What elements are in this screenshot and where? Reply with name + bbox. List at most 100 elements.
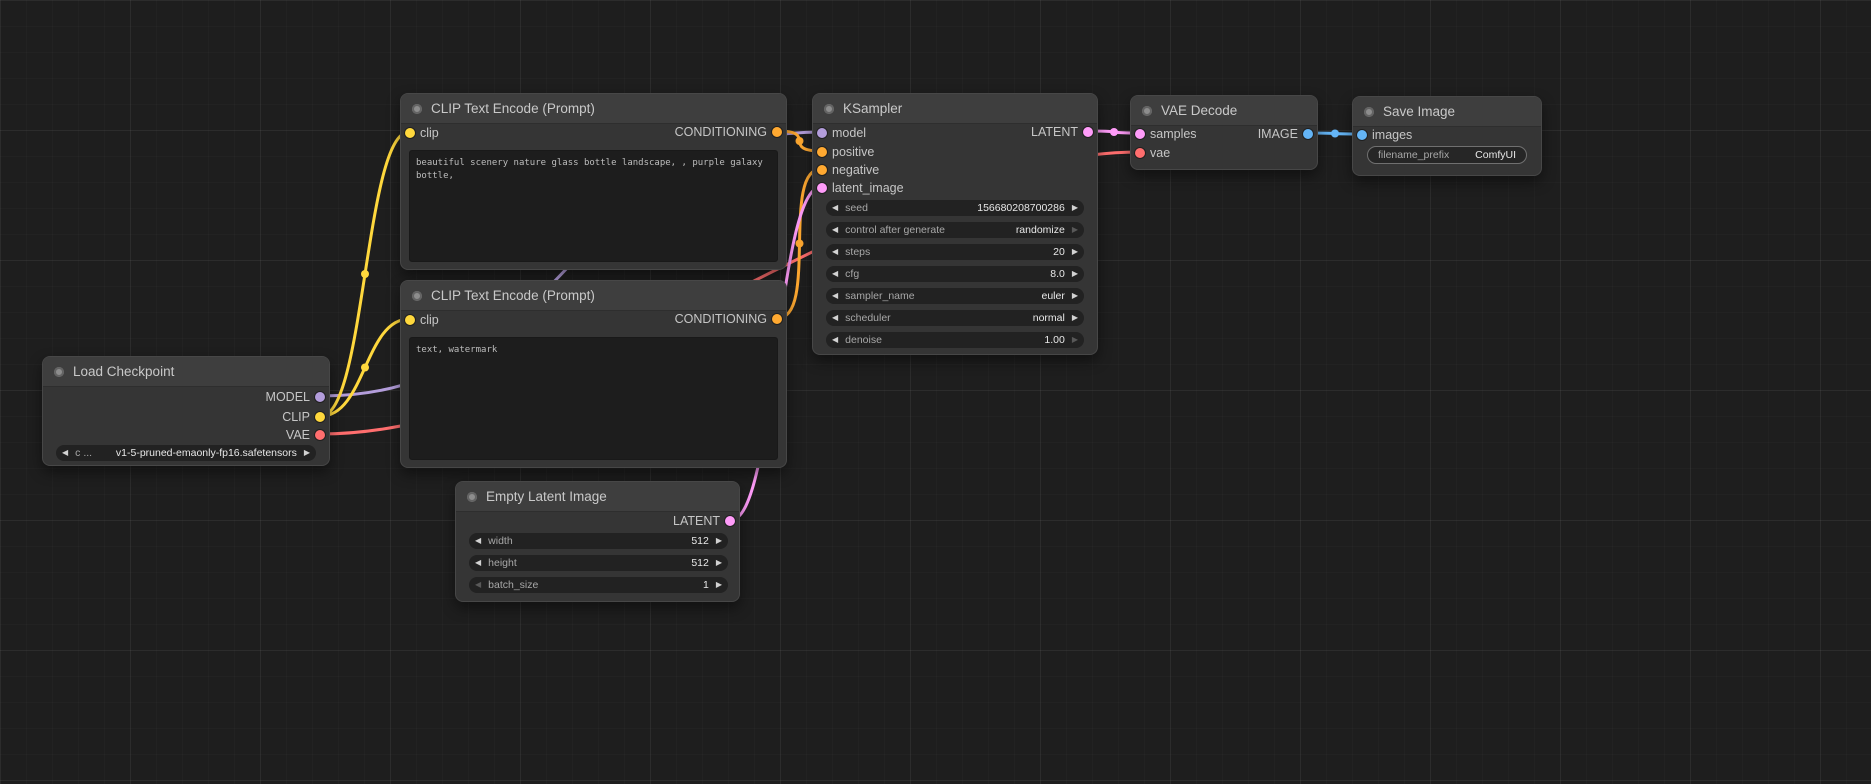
image-output-port[interactable]	[1303, 129, 1313, 139]
control-after-generate-widget[interactable]: ◀ control after generate randomize ▶	[826, 222, 1084, 238]
negative-prompt-textarea[interactable]: text, watermark	[409, 337, 778, 460]
node-title: CLIP Text Encode (Prompt)	[431, 288, 595, 303]
prev-arrow-icon[interactable]: ◀	[832, 222, 838, 238]
positive-input-port[interactable]	[817, 147, 827, 157]
link-midpoint-dot-clip-to-negative-encode[interactable]	[361, 363, 369, 372]
input-slot-images: images	[1353, 127, 1412, 143]
node-header-ksampler[interactable]: KSampler	[813, 94, 1097, 124]
prev-arrow-icon[interactable]: ◀	[832, 288, 838, 304]
node-header-save-image[interactable]: Save Image	[1353, 97, 1541, 127]
next-arrow-icon[interactable]: ▶	[1072, 288, 1078, 304]
link-midpoint-dot-positive-conditioning[interactable]	[795, 137, 804, 145]
clip-input-port[interactable]	[405, 128, 415, 138]
node-ksampler[interactable]: KSampler model positive negative latent_…	[812, 93, 1098, 355]
latent-output-port[interactable]	[1083, 127, 1093, 137]
widget-label: denoise	[845, 334, 882, 346]
decrement-arrow-icon[interactable]: ◀	[475, 577, 481, 593]
node-load-checkpoint[interactable]: Load Checkpoint MODEL CLIP VAE ◀ c ... v…	[42, 356, 330, 466]
link-midpoint-dot-latent-to-decoder[interactable]	[1110, 128, 1118, 136]
increment-arrow-icon[interactable]: ▶	[1072, 244, 1078, 260]
latent-output-port[interactable]	[725, 516, 735, 526]
model-output-port[interactable]	[315, 392, 325, 402]
increment-arrow-icon[interactable]: ▶	[716, 555, 722, 571]
decrement-arrow-icon[interactable]: ◀	[475, 533, 481, 549]
node-header-clip-negative[interactable]: CLIP Text Encode (Prompt)	[401, 281, 786, 311]
conditioning-output-port[interactable]	[772, 314, 782, 324]
next-arrow-icon[interactable]: ▶	[304, 445, 310, 461]
node-clip-text-encode-positive[interactable]: CLIP Text Encode (Prompt) clip CONDITION…	[400, 93, 787, 270]
sampler-name-widget[interactable]: ◀ sampler_name euler ▶	[826, 288, 1084, 304]
samples-input-port[interactable]	[1135, 129, 1145, 139]
input-slot-samples: samples	[1131, 126, 1197, 142]
link-midpoint-dot-negative-conditioning[interactable]	[795, 239, 804, 248]
conditioning-output-port[interactable]	[772, 127, 782, 137]
slot-label: IMAGE	[1257, 127, 1298, 141]
link-midpoint-dot-image-to-save[interactable]	[1331, 129, 1339, 138]
node-clip-text-encode-negative[interactable]: CLIP Text Encode (Prompt) clip CONDITION…	[400, 280, 787, 468]
slot-label: MODEL	[265, 390, 310, 404]
output-slot-latent: LATENT	[1031, 124, 1097, 140]
node-header-vae-decode[interactable]: VAE Decode	[1131, 96, 1317, 126]
next-arrow-icon[interactable]: ▶	[1072, 222, 1078, 238]
decrement-arrow-icon[interactable]: ◀	[832, 244, 838, 260]
node-header-load-checkpoint[interactable]: Load Checkpoint	[43, 357, 329, 387]
collapse-dot[interactable]	[54, 366, 64, 377]
cfg-widget[interactable]: ◀ cfg 8.0 ▶	[826, 266, 1084, 282]
node-vae-decode[interactable]: VAE Decode samples vae IMAGE	[1130, 95, 1318, 170]
node-title: Save Image	[1383, 104, 1456, 119]
slot-label: samples	[1150, 127, 1197, 141]
clip-input-port[interactable]	[405, 315, 415, 325]
clip-output-port[interactable]	[315, 412, 325, 422]
images-input-port[interactable]	[1357, 130, 1367, 140]
node-empty-latent-image[interactable]: Empty Latent Image LATENT ◀ width 512 ▶ …	[455, 481, 740, 602]
decrement-arrow-icon[interactable]: ◀	[832, 266, 838, 282]
slot-label: CONDITIONING	[674, 125, 767, 139]
widget-label: control after generate	[845, 224, 945, 236]
denoise-widget[interactable]: ◀ denoise 1.00 ▶	[826, 332, 1084, 348]
steps-widget[interactable]: ◀ steps 20 ▶	[826, 244, 1084, 260]
node-save-image[interactable]: Save Image images filename_prefix ComfyU…	[1352, 96, 1542, 176]
filename-prefix-widget[interactable]: filename_prefix ComfyUI	[1367, 146, 1527, 164]
height-widget[interactable]: ◀ height 512 ▶	[469, 555, 728, 571]
decrement-arrow-icon[interactable]: ◀	[832, 200, 838, 216]
widget-label: c ...	[75, 447, 93, 459]
widget-label: height	[488, 557, 517, 569]
collapse-dot[interactable]	[412, 103, 422, 114]
negative-input-port[interactable]	[817, 165, 827, 175]
vae-output-port[interactable]	[315, 430, 325, 440]
collapse-dot[interactable]	[824, 103, 834, 114]
latent-image-input-port[interactable]	[817, 183, 827, 193]
node-header-empty-latent[interactable]: Empty Latent Image	[456, 482, 739, 512]
model-input-port[interactable]	[817, 128, 827, 138]
node-graph-canvas[interactable]: Load Checkpoint MODEL CLIP VAE ◀ c ... v…	[0, 0, 1871, 784]
prev-arrow-icon[interactable]: ◀	[62, 445, 68, 461]
collapse-dot[interactable]	[412, 290, 422, 301]
widget-value: ComfyUI	[1475, 149, 1516, 161]
collapse-dot[interactable]	[1364, 106, 1374, 117]
scheduler-widget[interactable]: ◀ scheduler normal ▶	[826, 310, 1084, 326]
slot-label: latent_image	[832, 181, 904, 195]
increment-arrow-icon[interactable]: ▶	[716, 577, 722, 593]
increment-arrow-icon[interactable]: ▶	[1072, 200, 1078, 216]
output-slot-conditioning: CONDITIONING	[675, 311, 786, 327]
widget-label: seed	[845, 202, 868, 214]
decrement-arrow-icon[interactable]: ◀	[832, 332, 838, 348]
slot-label: clip	[420, 313, 439, 327]
collapse-dot[interactable]	[1142, 105, 1152, 116]
next-arrow-icon[interactable]: ▶	[1072, 310, 1078, 326]
seed-widget[interactable]: ◀ seed 156680208700286 ▶	[826, 200, 1084, 216]
node-title: Empty Latent Image	[486, 489, 607, 504]
increment-arrow-icon[interactable]: ▶	[716, 533, 722, 549]
prev-arrow-icon[interactable]: ◀	[832, 310, 838, 326]
node-header-clip-positive[interactable]: CLIP Text Encode (Prompt)	[401, 94, 786, 124]
positive-prompt-textarea[interactable]: beautiful scenery nature glass bottle la…	[409, 150, 778, 262]
vae-input-port[interactable]	[1135, 148, 1145, 158]
increment-arrow-icon[interactable]: ▶	[1072, 266, 1078, 282]
width-widget[interactable]: ◀ width 512 ▶	[469, 533, 728, 549]
ckpt-name-widget[interactable]: ◀ c ... v1-5-pruned-emaonly-fp16.safeten…	[56, 445, 316, 461]
link-midpoint-dot-clip-to-positive-encode[interactable]	[361, 270, 369, 278]
decrement-arrow-icon[interactable]: ◀	[475, 555, 481, 571]
collapse-dot[interactable]	[467, 491, 477, 502]
increment-arrow-icon[interactable]: ▶	[1072, 332, 1078, 348]
batch-size-widget[interactable]: ◀ batch_size 1 ▶	[469, 577, 728, 593]
